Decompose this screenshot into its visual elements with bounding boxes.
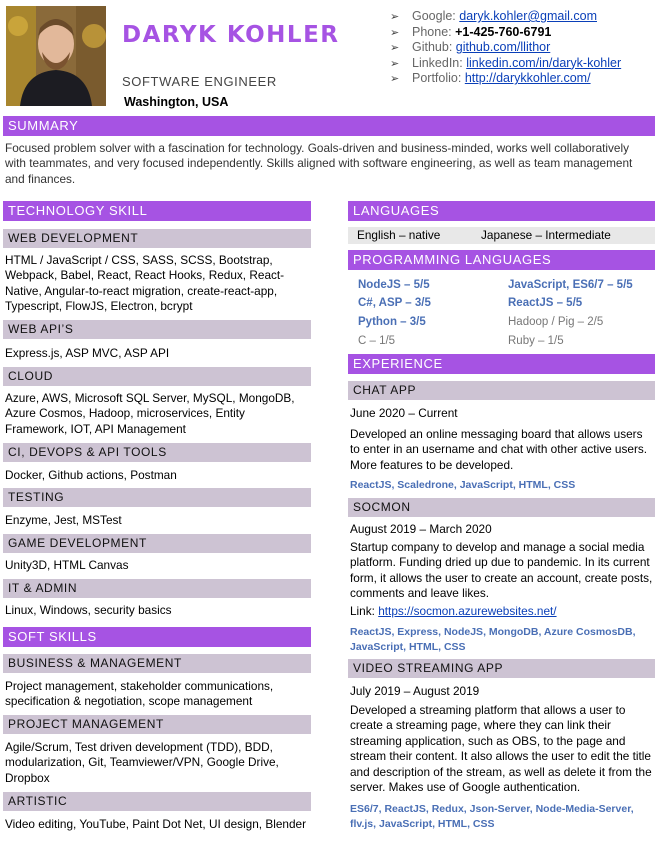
arrow-icon: ➢	[390, 26, 400, 39]
programming-language-item: Python – 3/5	[358, 313, 426, 332]
skill-rating: ReactJS – 5/5	[508, 297, 583, 309]
job-description: Developed a streaming platform that allo…	[350, 703, 652, 795]
languages-heading: LANGUAGES	[348, 201, 655, 221]
contact-label: Phone:	[412, 24, 456, 39]
skill-group-text: Docker, Github actions, Postman	[5, 468, 177, 482]
skill-group-title: CLOUD	[3, 367, 311, 386]
skill-rating: Ruby – 1/5	[508, 335, 564, 347]
programming-language-item: C#, ASP – 3/5	[358, 294, 431, 313]
languages-row: English – native Japanese – Intermediate	[348, 227, 655, 244]
soft-skills-heading: SOFT SKILLS	[3, 627, 311, 647]
skill-group-text: Video editing, YouTube, Paint Dot Net, U…	[5, 817, 307, 831]
programming-language-item: Ruby – 1/5	[508, 332, 564, 351]
email-link[interactable]: daryk.kohler@gmail.com	[459, 9, 597, 23]
technology-skill-heading: TECHNOLOGY SKILL	[3, 201, 311, 221]
contact-phone: ➢ Phone: +1-425-760-6791	[390, 25, 621, 41]
programming-language-item: C – 1/5	[358, 332, 395, 351]
contact-label: Google:	[412, 9, 460, 23]
arrow-icon: ➢	[390, 11, 400, 23]
skill-group-title: BUSINESS & MANAGEMENT	[3, 654, 311, 673]
portfolio-link[interactable]: http://darykkohler.com/	[465, 71, 591, 85]
link-label: Link:	[350, 604, 379, 618]
skill-rating: JavaScript, ES6/7 – 5/5	[508, 279, 633, 291]
linkedin-link[interactable]: linkedin.com/in/daryk-kohler	[466, 56, 621, 70]
job-title: SOCMON	[348, 498, 655, 517]
programming-language-item: ReactJS – 5/5	[508, 294, 582, 313]
summary-text: Focused problem solver with a fascinatio…	[5, 141, 633, 186]
job-tech-stack: ES6/7, ReactJS, Redux, Json-Server, Node…	[350, 803, 634, 830]
skill-group-title: IT & ADMIN	[3, 579, 311, 598]
job-title: SOFTWARE ENGINEER	[122, 74, 277, 89]
programming-language-item: JavaScript, ES6/7 – 5/5	[508, 276, 633, 295]
skill-group-text: Linux, Windows, security basics	[5, 603, 172, 617]
skill-group-title: CI, DEVOPS & API TOOLS	[3, 443, 311, 462]
skill-rating: C – 1/5	[358, 335, 396, 347]
job-link-line: Link: https://socmon.azurewebsites.net/	[350, 604, 655, 619]
job-dates: June 2020 – Current	[350, 406, 458, 420]
skill-rating: Hadoop / Pig – 2/5	[508, 316, 604, 328]
profile-photo	[6, 6, 106, 106]
phone-number: +1-425-760-6791	[455, 24, 552, 39]
skill-group-text: Unity3D, HTML Canvas	[5, 558, 129, 572]
programming-language-item: NodeJS – 5/5	[358, 276, 430, 295]
job-dates: July 2019 – August 2019	[350, 684, 480, 698]
contact-label: Portfolio:	[412, 71, 465, 86]
github-link[interactable]: github.com/llithor	[456, 40, 551, 54]
job-title: VIDEO STREAMING APP	[348, 659, 655, 678]
location: Washington, USA	[124, 95, 229, 109]
arrow-icon: ➢	[390, 57, 400, 70]
skill-rating: C#, ASP – 3/5	[358, 297, 431, 309]
socmon-link[interactable]: https://socmon.azurewebsites.net/	[378, 604, 556, 618]
skill-group-title: ARTISTIC	[3, 792, 311, 811]
contact-google: ➢ Google: daryk.kohler@gmail.com	[390, 9, 621, 25]
arrow-icon: ➢	[390, 42, 400, 55]
skill-group-text: Enzyme, Jest, MSTest	[5, 513, 122, 527]
skill-group-text: Project management, stakeholder communic…	[5, 679, 274, 709]
job-tech-stack: ReactJS, Scaledrone, JavaScript, HTML, C…	[350, 479, 576, 491]
skill-group-title: WEB API’S	[3, 320, 311, 339]
candidate-name: DARYK KOHLER	[122, 22, 340, 48]
contact-label: LinkedIn:	[412, 55, 467, 70]
skill-group-title: TESTING	[3, 488, 311, 507]
skill-group-title: WEB DEVELOPMENT	[3, 229, 311, 248]
contact-github: ➢ Github: github.com/llithor	[390, 40, 621, 56]
job-description: Developed an online messaging board that…	[350, 427, 648, 472]
contact-linkedin: ➢ LinkedIn: linkedin.com/in/daryk-kohler	[390, 56, 621, 72]
arrow-icon: ➢	[390, 73, 400, 86]
skill-group-text: HTML / JavaScript / CSS, SASS, SCSS, Boo…	[5, 253, 285, 314]
skill-group-text: Agile/Scrum, Test driven development (TD…	[5, 740, 279, 785]
programming-languages-heading: PROGRAMMING LANGUAGES	[348, 250, 655, 270]
language-item: Japanese – Intermediate	[481, 228, 611, 242]
contact-label: Github:	[412, 40, 456, 55]
skill-rating: NodeJS – 5/5	[358, 279, 430, 291]
job-description: Startup company to develop and manage a …	[350, 540, 653, 601]
language-item: English – native	[357, 228, 441, 242]
skill-group-title: GAME DEVELOPMENT	[3, 534, 311, 553]
job-tech-stack: ReactJS, Express, NodeJS, MongoDB, Azure…	[350, 626, 636, 653]
contact-portfolio: ➢ Portfolio: http://darykkohler.com/	[390, 71, 621, 87]
experience-heading: EXPERIENCE	[348, 354, 655, 374]
job-title: CHAT APP	[348, 381, 655, 400]
summary-heading: SUMMARY	[3, 116, 655, 136]
skill-group-text: Azure, AWS, Microsoft SQL Server, MySQL,…	[5, 391, 295, 436]
skill-group-text: Express.js, ASP MVC, ASP API	[5, 346, 170, 360]
programming-language-item: Hadoop / Pig – 2/5	[508, 313, 603, 332]
skill-rating: Python – 3/5	[358, 316, 426, 328]
skill-group-title: PROJECT MANAGEMENT	[3, 715, 311, 734]
job-dates: August 2019 – March 2020	[350, 522, 492, 536]
contact-list: ➢ Google: daryk.kohler@gmail.com ➢ Phone: …	[390, 9, 621, 87]
